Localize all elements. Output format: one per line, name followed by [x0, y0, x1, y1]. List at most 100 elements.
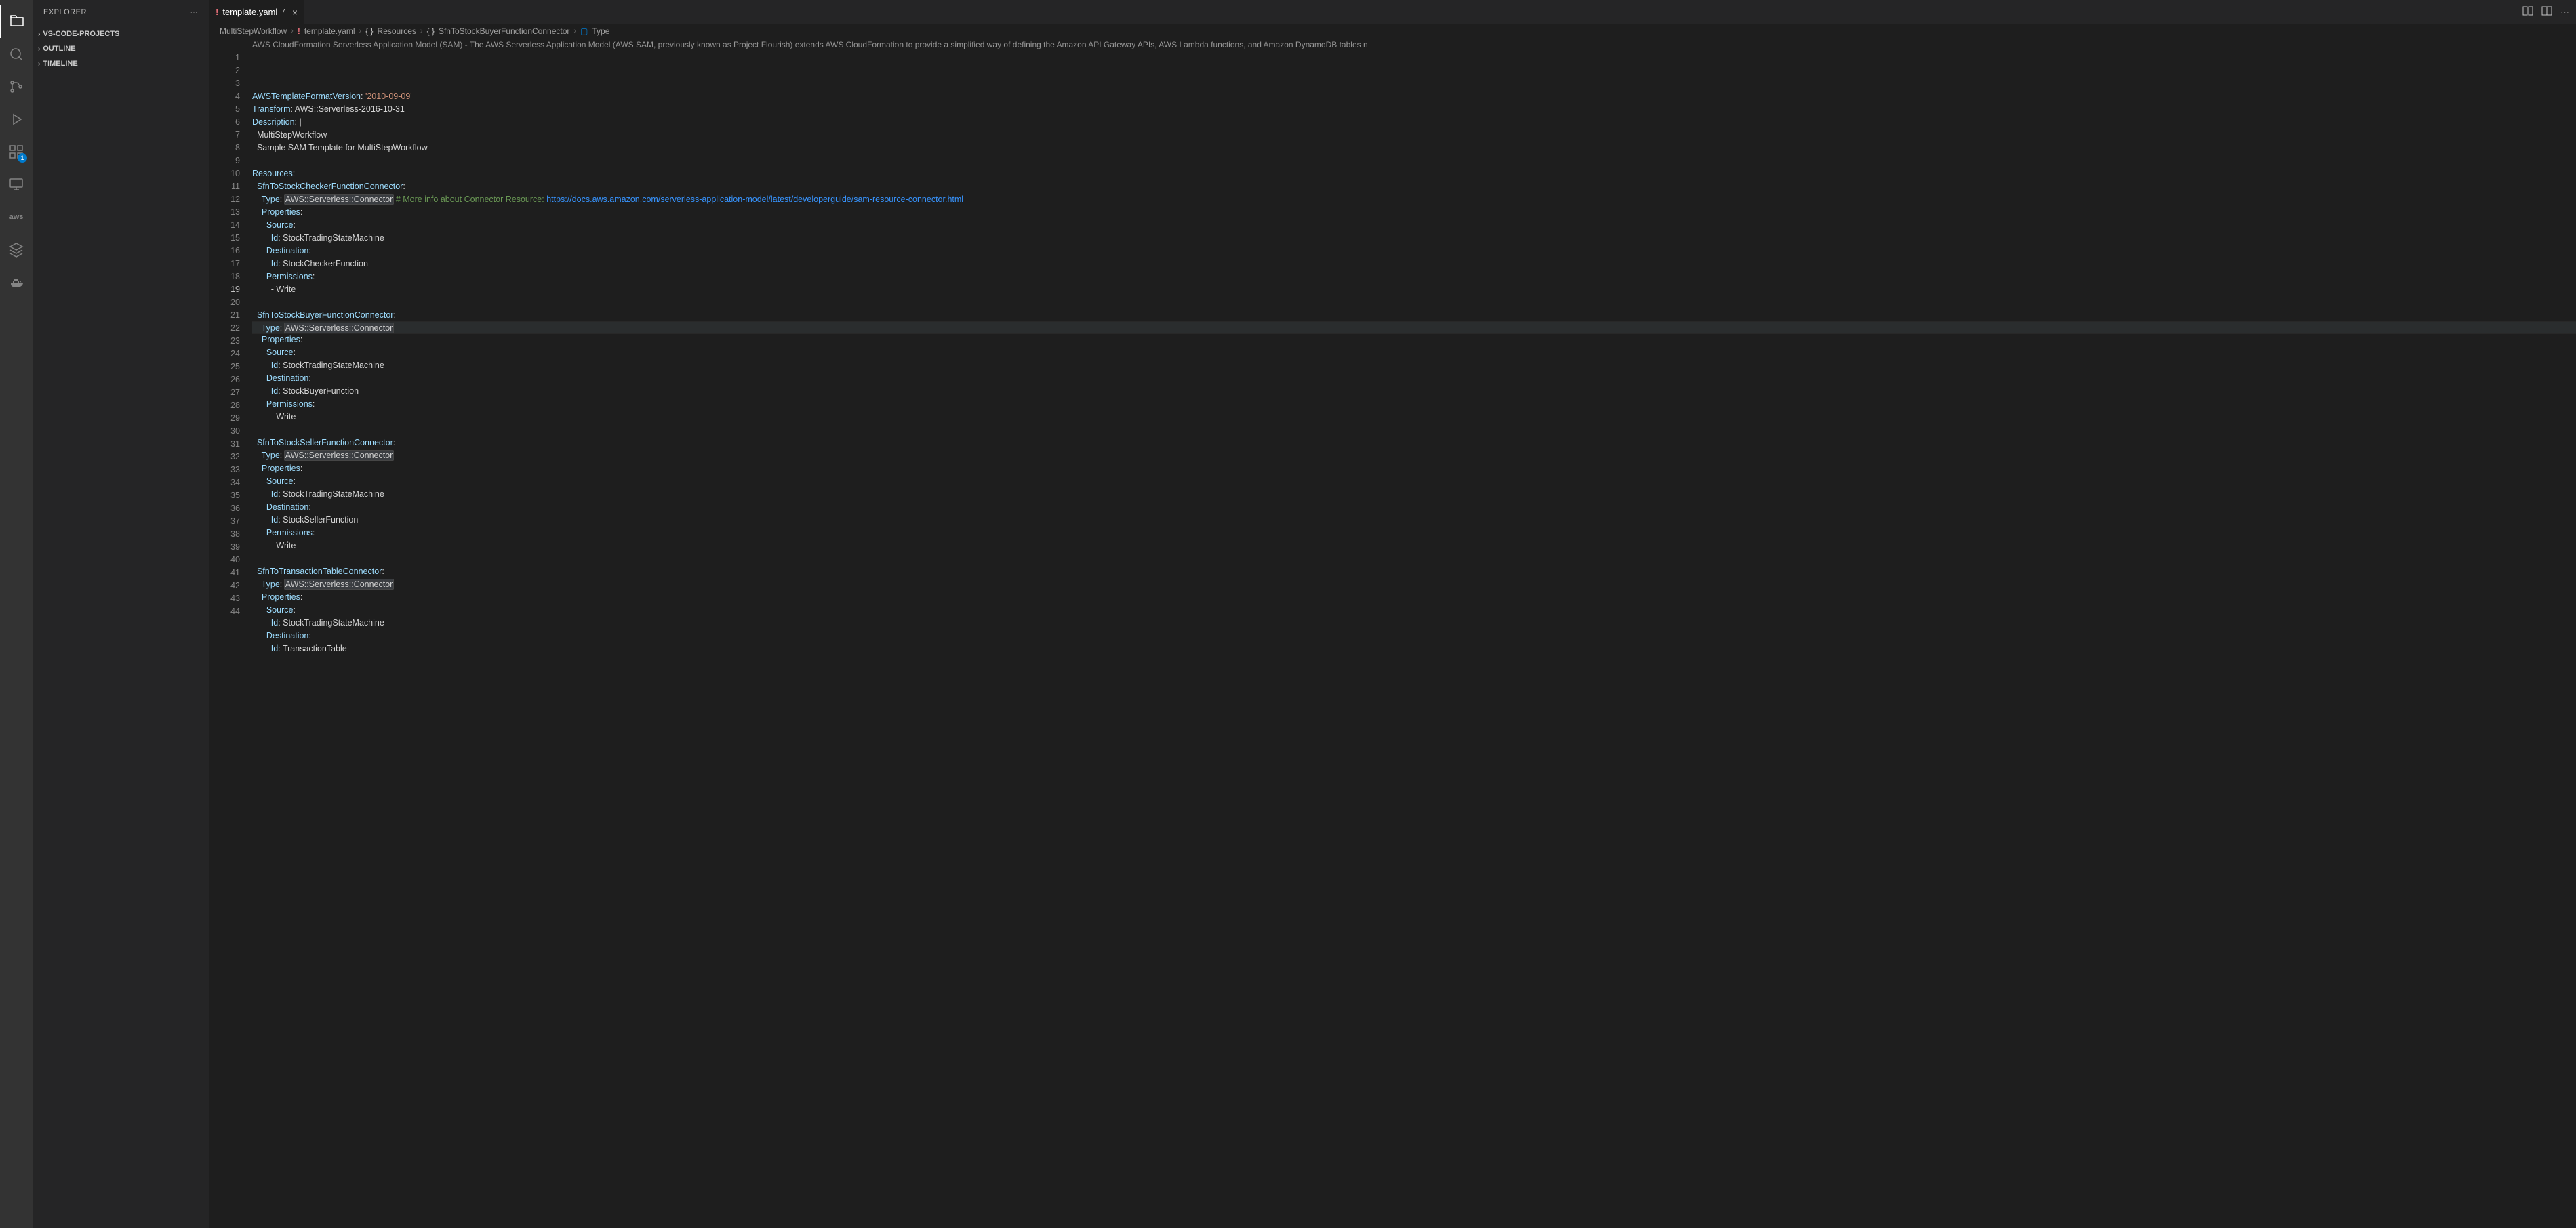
code-editor[interactable]: AWS CloudFormation Serverless Applicatio…	[209, 39, 2576, 1228]
code-line[interactable]: SfnToStockBuyerFunctionConnector:	[252, 309, 2576, 322]
run-debug-icon[interactable]	[0, 103, 33, 136]
code-line[interactable]: Type: AWS::Serverless::Connector	[252, 449, 2576, 462]
yaml-file-icon: !	[216, 7, 218, 17]
code-line[interactable]: Permissions:	[252, 270, 2576, 283]
breadcrumb-item[interactable]: template.yaml	[304, 26, 355, 36]
line-number: 43	[209, 592, 240, 605]
breadcrumb-item[interactable]: Type	[592, 26, 609, 36]
split-editor-icon[interactable]	[2541, 5, 2552, 18]
code-line[interactable]: Type: AWS::Serverless::Connector # More …	[252, 193, 2576, 206]
tab-filename: template.yaml	[222, 7, 277, 17]
sidebar-item-projects[interactable]: ›VS-CODE-PROJECTS	[33, 26, 209, 41]
line-number: 30	[209, 425, 240, 438]
line-number: 29	[209, 412, 240, 425]
sidebar-item-outline[interactable]: ›OUTLINE	[33, 41, 209, 56]
code-line[interactable]: Type: AWS::Serverless::Connector	[252, 578, 2576, 591]
code-line[interactable]: Source:	[252, 604, 2576, 617]
code-line[interactable]: - Write	[252, 411, 2576, 424]
chevron-right-icon: ›	[420, 27, 423, 35]
database-icon[interactable]	[0, 233, 33, 266]
chevron-right-icon: ›	[38, 45, 40, 53]
code-line[interactable]: Id: StockTradingStateMachine	[252, 617, 2576, 630]
line-number: 38	[209, 528, 240, 541]
code-line[interactable]: Id: StockSellerFunction	[252, 514, 2576, 527]
line-number: 22	[209, 322, 240, 335]
line-number: 13	[209, 206, 240, 219]
line-number: 11	[209, 180, 240, 193]
breadcrumbs[interactable]: MultiStepWorkflow › ! template.yaml › { …	[209, 24, 2576, 39]
line-number: 3	[209, 77, 240, 90]
breadcrumb-item[interactable]: MultiStepWorkflow	[220, 26, 287, 36]
code-line[interactable]: - Write	[252, 283, 2576, 296]
explorer-icon[interactable]	[0, 5, 33, 38]
code-line[interactable]: Properties:	[252, 462, 2576, 475]
line-number: 4	[209, 90, 240, 103]
code-line[interactable]: Destination:	[252, 245, 2576, 258]
code-line[interactable]: Type: AWS::Serverless::Connector	[252, 321, 2576, 334]
code-line[interactable]: Id: TransactionTable	[252, 642, 2576, 655]
code-line[interactable]: Source:	[252, 219, 2576, 232]
code-line[interactable]: Properties:	[252, 333, 2576, 346]
code-line[interactable]: SfnToStockCheckerFunctionConnector:	[252, 180, 2576, 193]
code-line[interactable]: MultiStepWorkflow	[252, 129, 2576, 142]
chevron-right-icon: ›	[38, 60, 40, 68]
code-line[interactable]: Source:	[252, 475, 2576, 488]
docker-icon[interactable]	[0, 266, 33, 298]
code-line[interactable]: Id: StockBuyerFunction	[252, 385, 2576, 398]
tab-dirty-count: 7	[281, 8, 285, 16]
explorer-header: EXPLORER ⋯	[33, 0, 209, 24]
code-line[interactable]: Destination:	[252, 372, 2576, 385]
code-line[interactable]: Resources:	[252, 167, 2576, 180]
code-line[interactable]: Properties:	[252, 591, 2576, 604]
code-line[interactable]: Source:	[252, 346, 2576, 359]
line-number: 40	[209, 554, 240, 567]
symbol-field-icon: ▢	[580, 26, 588, 36]
source-control-icon[interactable]	[0, 70, 33, 103]
code-line[interactable]: Id: StockTradingStateMachine	[252, 488, 2576, 501]
line-number: 8	[209, 142, 240, 155]
sidebar-item-timeline[interactable]: ›TIMELINE	[33, 56, 209, 71]
line-number: 33	[209, 464, 240, 476]
yaml-file-icon: !	[298, 26, 300, 36]
code-line[interactable]: Id: StockCheckerFunction	[252, 258, 2576, 270]
code-line[interactable]: Properties:	[252, 206, 2576, 219]
tab-bar: ! template.yaml 7 × ⋯	[209, 0, 2576, 24]
code-content[interactable]: AWSTemplateFormatVersion: '2010-09-09'Tr…	[252, 39, 2576, 1228]
remote-explorer-icon[interactable]	[0, 168, 33, 201]
code-line[interactable]	[252, 424, 2576, 436]
breadcrumb-item[interactable]: SfnToStockBuyerFunctionConnector	[439, 26, 569, 36]
line-number: 15	[209, 232, 240, 245]
code-line[interactable]: Destination:	[252, 501, 2576, 514]
activity-bar: 1 aws	[0, 0, 33, 1228]
code-line[interactable]: Sample SAM Template for MultiStepWorkflo…	[252, 142, 2576, 155]
line-number: 27	[209, 386, 240, 399]
code-line[interactable]: Permissions:	[252, 398, 2576, 411]
code-line[interactable]: Destination:	[252, 630, 2576, 642]
code-line[interactable]: Id: StockTradingStateMachine	[252, 359, 2576, 372]
line-number: 44	[209, 605, 240, 618]
more-actions-icon[interactable]: ⋯	[2560, 7, 2569, 18]
breadcrumb-item[interactable]: Resources	[378, 26, 416, 36]
code-line[interactable]: Id: StockTradingStateMachine	[252, 232, 2576, 245]
line-number: 12	[209, 193, 240, 206]
open-changes-icon[interactable]	[2522, 5, 2533, 18]
code-line[interactable]: AWSTemplateFormatVersion: '2010-09-09'	[252, 90, 2576, 103]
code-line[interactable]: SfnToTransactionTableConnector:	[252, 565, 2576, 578]
code-line[interactable]	[252, 296, 2576, 309]
aws-icon[interactable]: aws	[0, 201, 33, 233]
code-line[interactable]: Transform: AWS::Serverless-2016-10-31	[252, 103, 2576, 116]
symbol-object-icon: { }	[427, 26, 435, 36]
code-line[interactable]: SfnToStockSellerFunctionConnector:	[252, 436, 2576, 449]
line-number: 17	[209, 258, 240, 270]
close-icon[interactable]: ×	[292, 7, 298, 18]
code-line[interactable]	[252, 552, 2576, 565]
code-line[interactable]: Description: |	[252, 116, 2576, 129]
search-icon[interactable]	[0, 38, 33, 70]
line-number: 35	[209, 489, 240, 502]
code-line[interactable]	[252, 155, 2576, 167]
code-line[interactable]: - Write	[252, 539, 2576, 552]
tab-template-yaml[interactable]: ! template.yaml 7 ×	[209, 0, 305, 24]
code-line[interactable]: Permissions:	[252, 527, 2576, 539]
explorer-more-icon[interactable]: ⋯	[190, 7, 199, 16]
extensions-icon[interactable]: 1	[0, 136, 33, 168]
